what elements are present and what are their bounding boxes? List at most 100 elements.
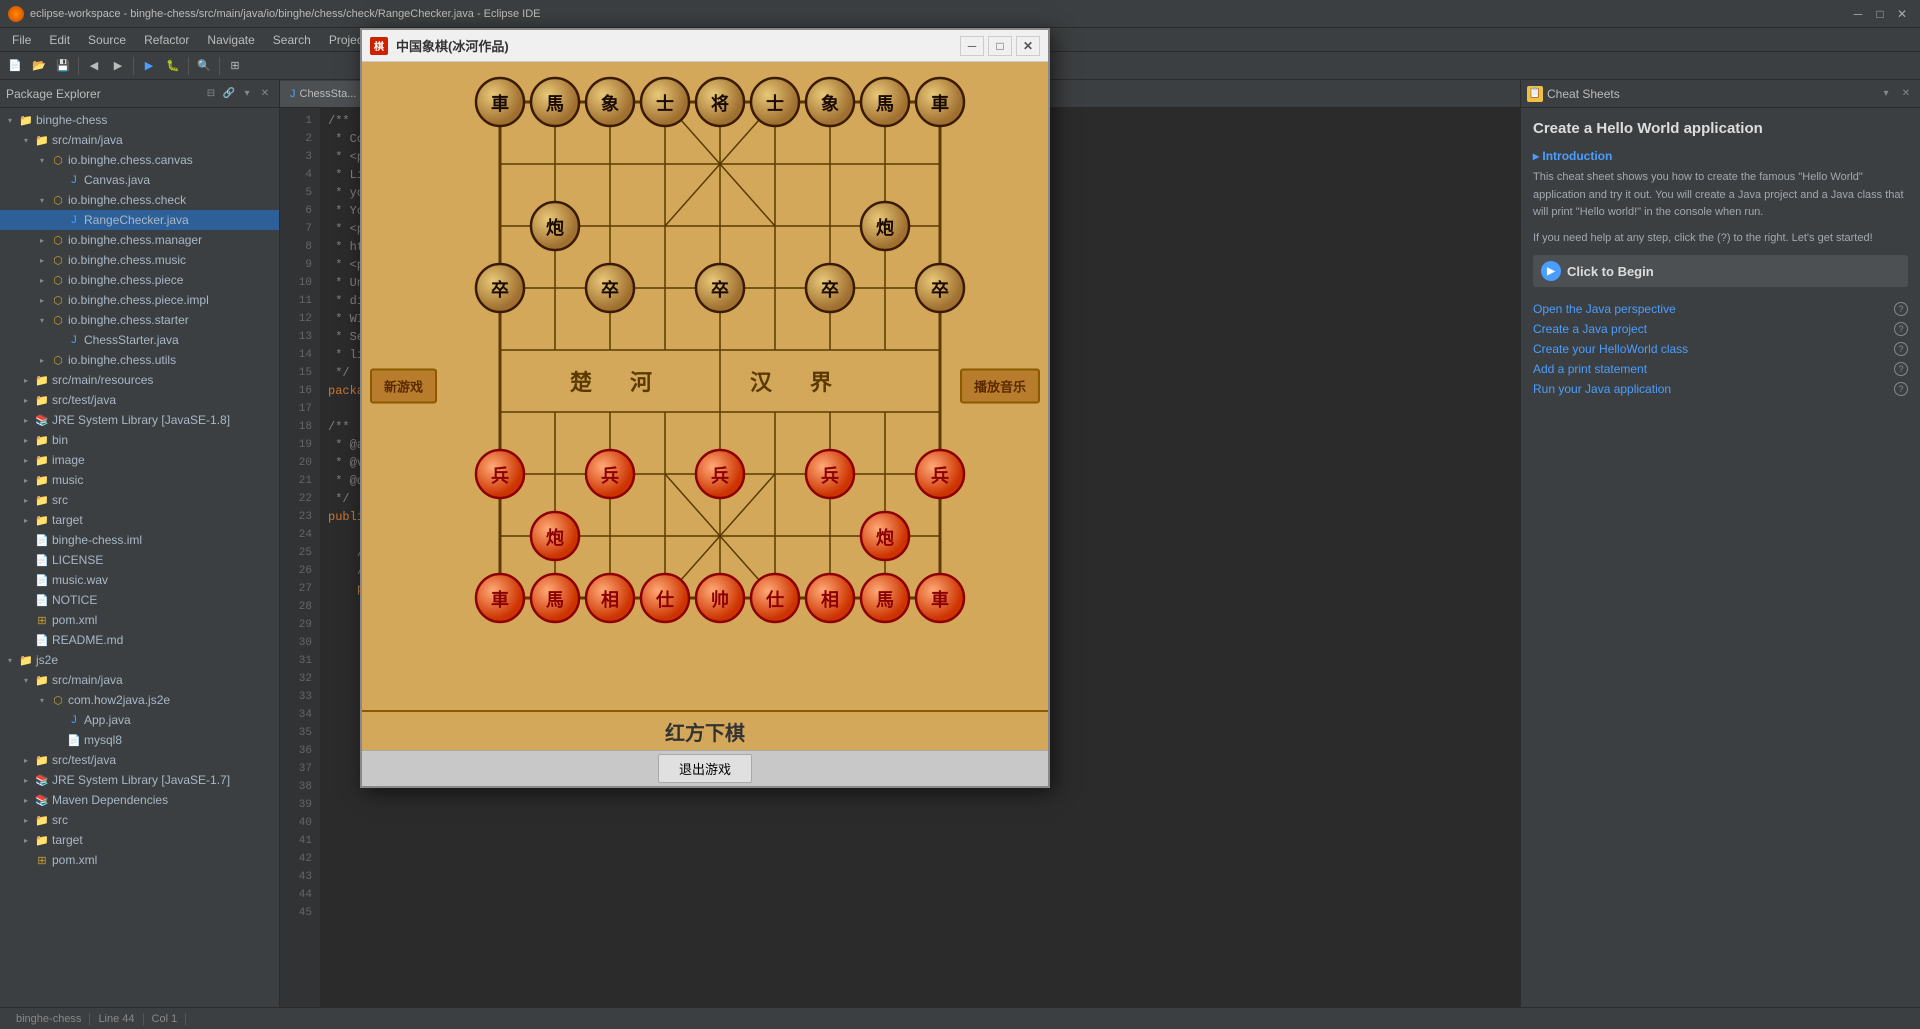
help-icon-2[interactable]: ? <box>1894 322 1908 336</box>
toggle-icon[interactable]: ▸ <box>34 236 50 245</box>
tree-chessstarter-java[interactable]: J ChessStarter.java <box>0 330 279 350</box>
tree-js2e-src2[interactable]: ▸ 📁 src <box>0 810 279 830</box>
cheat-intro-title[interactable]: Introduction <box>1533 149 1908 163</box>
menu-navigate[interactable]: Navigate <box>199 31 262 49</box>
toolbar-perspective[interactable]: ⊞ <box>224 55 246 77</box>
toolbar-new[interactable]: 📄 <box>4 55 26 77</box>
tree-app-java[interactable]: J App.java <box>0 710 279 730</box>
tree-pkg-starter[interactable]: ▾ ⬡ io.binghe.chess.starter <box>0 310 279 330</box>
tree-pkg-piece-impl[interactable]: ▸ ⬡ io.binghe.chess.piece.impl <box>0 290 279 310</box>
toggle-icon[interactable]: ▸ <box>18 796 34 805</box>
toggle-icon[interactable]: ▾ <box>34 696 50 705</box>
menu-edit[interactable]: Edit <box>41 31 78 49</box>
close-button[interactable]: ✕ <box>1892 4 1912 24</box>
toggle-icon[interactable]: ▾ <box>2 116 18 125</box>
tree-src-main-res[interactable]: ▸ 📁 src/main/resources <box>0 370 279 390</box>
toolbar-open[interactable]: 📂 <box>28 55 50 77</box>
tree-project-js2e[interactable]: ▾ 📁 js2e <box>0 650 279 670</box>
toggle-icon[interactable]: ▾ <box>34 196 50 205</box>
tree-music[interactable]: ▸ 📁 music <box>0 470 279 490</box>
tree-pom-xml-1[interactable]: ⊞ pom.xml <box>0 610 279 630</box>
toggle-icon[interactable]: ▸ <box>18 416 34 425</box>
toggle-icon[interactable]: ▾ <box>18 136 34 145</box>
cheat-open-java-link[interactable]: Open the Java perspective <box>1533 302 1676 316</box>
tree-rangechecker-java[interactable]: J RangeChecker.java <box>0 210 279 230</box>
tree-pkg-piece[interactable]: ▸ ⬡ io.binghe.chess.piece <box>0 270 279 290</box>
tree-src[interactable]: ▸ 📁 src <box>0 490 279 510</box>
tree-pkg-manager[interactable]: ▸ ⬡ io.binghe.chess.manager <box>0 230 279 250</box>
collapse-all-icon[interactable]: ⊟ <box>203 86 219 102</box>
click-to-begin-button[interactable]: ▶ Click to Begin <box>1533 255 1908 287</box>
tree-src-main-java[interactable]: ▾ 📁 src/main/java <box>0 130 279 150</box>
play-music-button[interactable]: 播放音乐 <box>960 369 1040 404</box>
new-game-button[interactable]: 新游戏 <box>370 369 437 404</box>
link-editor-icon[interactable]: 🔗 <box>221 86 237 102</box>
toggle-icon[interactable]: ▸ <box>18 456 34 465</box>
toolbar-run[interactable]: ▶ <box>138 55 160 77</box>
cheat-sheets-menu[interactable]: ▾ <box>1878 86 1894 102</box>
toggle-icon[interactable]: ▸ <box>18 776 34 785</box>
tree-bin[interactable]: ▸ 📁 bin <box>0 430 279 450</box>
chess-close-btn[interactable]: ✕ <box>1016 36 1040 56</box>
tree-binghe-iml[interactable]: 📄 binghe-chess.iml <box>0 530 279 550</box>
menu-source[interactable]: Source <box>80 31 134 49</box>
chess-minimize-btn[interactable]: ─ <box>960 36 984 56</box>
toggle-icon[interactable]: ▸ <box>18 396 34 405</box>
tree-notice[interactable]: 📄 NOTICE <box>0 590 279 610</box>
maximize-button[interactable]: □ <box>1870 4 1890 24</box>
toolbar-debug[interactable]: 🐛 <box>162 55 184 77</box>
toggle-icon[interactable]: ▸ <box>34 296 50 305</box>
tree-mysql8[interactable]: 📄 mysql8 <box>0 730 279 750</box>
tree-maven-deps[interactable]: ▸ 📚 Maven Dependencies <box>0 790 279 810</box>
toolbar-forward[interactable]: ▶ <box>107 55 129 77</box>
view-menu-icon[interactable]: ▾ <box>239 86 255 102</box>
minimize-button[interactable]: ─ <box>1848 4 1868 24</box>
toggle-icon[interactable]: ▸ <box>18 476 34 485</box>
toolbar-back[interactable]: ◀ <box>83 55 105 77</box>
tree-target[interactable]: ▸ 📁 target <box>0 510 279 530</box>
toggle-icon[interactable]: ▸ <box>18 756 34 765</box>
toggle-icon[interactable]: ▸ <box>34 276 50 285</box>
tree-pkg-utils[interactable]: ▸ ⬡ io.binghe.chess.utils <box>0 350 279 370</box>
tree-pkg-music[interactable]: ▸ ⬡ io.binghe.chess.music <box>0 250 279 270</box>
cheat-create-project-link[interactable]: Create a Java project <box>1533 322 1647 336</box>
toolbar-search[interactable]: 🔍 <box>193 55 215 77</box>
menu-search[interactable]: Search <box>265 31 319 49</box>
tree-image[interactable]: ▸ 📁 image <box>0 450 279 470</box>
tree-pkg-check[interactable]: ▾ ⬡ io.binghe.chess.check <box>0 190 279 210</box>
tree-js2e-target[interactable]: ▸ 📁 target <box>0 830 279 850</box>
tree-js2e-jre[interactable]: ▸ 📚 JRE System Library [JavaSE-1.7] <box>0 770 279 790</box>
package-tree[interactable]: ▾ 📁 binghe-chess ▾ 📁 src/main/java ▾ ⬡ i… <box>0 108 279 1007</box>
toggle-icon[interactable]: ▾ <box>34 156 50 165</box>
chess-exit-button[interactable]: 退出游戏 <box>658 754 752 783</box>
chess-board-area[interactable]: 新游戏 播放音乐 <box>362 62 1048 710</box>
toggle-icon[interactable]: ▸ <box>18 376 34 385</box>
help-icon-4[interactable]: ? <box>1894 362 1908 376</box>
tree-js2e-test[interactable]: ▸ 📁 src/test/java <box>0 750 279 770</box>
tree-music-wav[interactable]: 📄 music.wav <box>0 570 279 590</box>
toggle-icon[interactable]: ▸ <box>18 496 34 505</box>
toolbar-save[interactable]: 💾 <box>52 55 74 77</box>
tree-readme[interactable]: 📄 README.md <box>0 630 279 650</box>
close-panel-icon[interactable]: ✕ <box>257 86 273 102</box>
cheat-add-print-link[interactable]: Add a print statement <box>1533 362 1647 376</box>
help-icon-3[interactable]: ? <box>1894 342 1908 356</box>
cheat-run-app-link[interactable]: Run your Java application <box>1533 382 1671 396</box>
tree-pkg-how2java[interactable]: ▾ ⬡ com.how2java.js2e <box>0 690 279 710</box>
tree-license[interactable]: 📄 LICENSE <box>0 550 279 570</box>
toggle-icon[interactable]: ▸ <box>18 516 34 525</box>
tree-pkg-canvas[interactable]: ▾ ⬡ io.binghe.chess.canvas <box>0 150 279 170</box>
toggle-icon[interactable]: ▾ <box>34 316 50 325</box>
toggle-icon[interactable]: ▸ <box>34 256 50 265</box>
toggle-icon[interactable]: ▸ <box>18 836 34 845</box>
tree-jre-library[interactable]: ▸ 📚 JRE System Library [JavaSE-1.8] <box>0 410 279 430</box>
cheat-create-class-link[interactable]: Create your HelloWorld class <box>1533 342 1688 356</box>
tree-pom-xml-2[interactable]: ⊞ pom.xml <box>0 850 279 870</box>
menu-refactor[interactable]: Refactor <box>136 31 197 49</box>
tree-project-binghe-chess[interactable]: ▾ 📁 binghe-chess <box>0 110 279 130</box>
tree-canvas-java[interactable]: J Canvas.java <box>0 170 279 190</box>
tree-js2e-src[interactable]: ▾ 📁 src/main/java <box>0 670 279 690</box>
toggle-icon[interactable]: ▸ <box>18 436 34 445</box>
toggle-icon[interactable]: ▾ <box>2 656 18 665</box>
help-icon-1[interactable]: ? <box>1894 302 1908 316</box>
